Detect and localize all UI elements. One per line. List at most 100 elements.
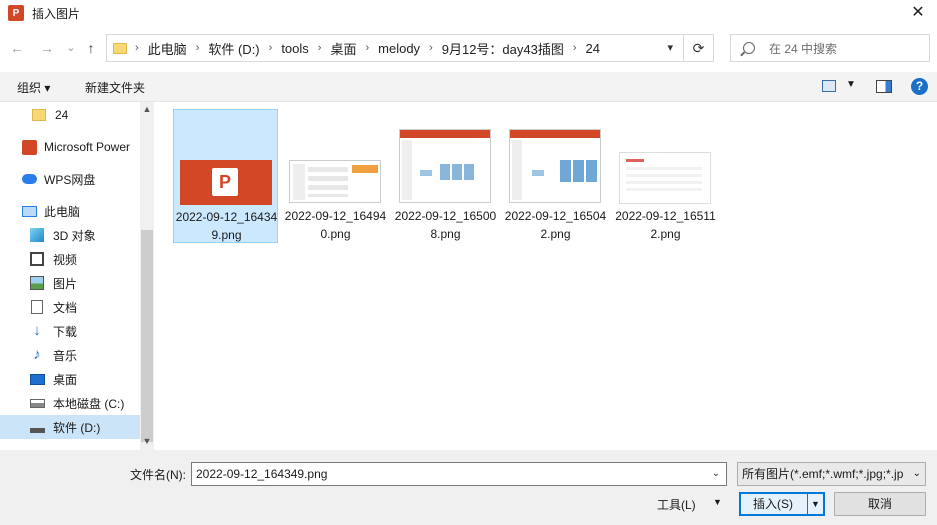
image-thumbnail	[399, 129, 491, 203]
sidebar-item-label: 软件 (D:)	[53, 420, 101, 435]
refresh-button[interactable]: ⟳	[684, 34, 714, 62]
organize-button[interactable]: 组织 ▾	[17, 79, 50, 96]
powerpoint-logo-icon: P	[212, 168, 238, 196]
back-button[interactable]: ←	[8, 38, 26, 58]
crumb-separator[interactable]: ›	[573, 42, 577, 54]
cancel-button[interactable]: 取消	[834, 492, 926, 516]
sidebar-item-desktop[interactable]: 桌面	[0, 367, 140, 391]
file-name: 2022-09-12_165008.png	[394, 209, 497, 241]
sidebar-item-3d-objects[interactable]: 3D 对象	[0, 223, 140, 247]
filename-value: 2022-09-12_164349.png	[196, 467, 328, 481]
title-bar: P 插入图片 ✕	[0, 0, 937, 26]
crumb-separator[interactable]: ›	[318, 42, 322, 54]
address-bar[interactable]: › 此电脑 › 软件 (D:) › tools › 桌面 › melody › 9月12号…	[106, 34, 684, 62]
breadcrumb: 此电脑 › 软件 (D:) › tools › 桌面 › melody › 9月12号：d…	[148, 39, 600, 58]
sidebar-item-pictures[interactable]: 图片	[0, 271, 140, 295]
close-button[interactable]: ✕	[907, 3, 929, 23]
drive-d-icon	[30, 427, 45, 433]
help-icon[interactable]: ?	[911, 78, 928, 95]
search-input[interactable]: 在 24 中搜索	[730, 34, 930, 62]
breadcrumb-item[interactable]: tools	[281, 41, 308, 56]
filetype-dropdown-icon[interactable]: ⌄	[909, 463, 921, 485]
crumb-separator[interactable]: ›	[196, 42, 200, 54]
filename-dropdown-icon[interactable]: ⌄	[712, 463, 720, 485]
insert-button[interactable]: 插入(S) ▼	[739, 492, 825, 516]
music-icon: ♪	[33, 346, 41, 363]
up-button[interactable]: ↑	[82, 38, 100, 58]
cloud-icon	[22, 174, 37, 184]
file-item[interactable]: P 2022-09-12_164349.png	[173, 109, 278, 243]
documents-icon	[31, 300, 43, 314]
sidebar-item-label: 3D 对象	[53, 228, 96, 243]
breadcrumb-item[interactable]: 桌面	[330, 39, 356, 58]
sidebar-item-label: 文档	[53, 300, 78, 315]
forward-button[interactable]: →	[38, 38, 56, 58]
sidebar-item-drive-d[interactable]: 软件 (D:)	[0, 415, 140, 439]
recent-locations-button[interactable]: ⌄	[62, 38, 80, 58]
crumb-separator[interactable]: ›	[365, 42, 369, 54]
image-thumbnail	[619, 152, 711, 204]
scroll-down-icon[interactable]: ▼	[140, 436, 154, 446]
sidebar-item-microsoft-powerpoint[interactable]: Microsoft Power	[0, 135, 140, 159]
view-dropdown-icon[interactable]: ▼	[846, 79, 856, 90]
pictures-icon	[30, 276, 44, 290]
file-name: 2022-09-12_164940.png	[284, 209, 387, 241]
tools-button[interactable]: 工具(L)	[657, 496, 696, 513]
thumb-panel	[293, 164, 305, 200]
file-name: 2022-09-12_164349.png	[175, 210, 278, 242]
scroll-thumb[interactable]	[141, 230, 153, 442]
file-list: P 2022-09-12_164349.png 2022-09-12_16494…	[162, 102, 937, 450]
sidebar-item-this-pc[interactable]: 此电脑	[0, 199, 140, 223]
file-item[interactable]: 2022-09-12_165112.png	[613, 109, 718, 243]
crumb-separator: ›	[135, 42, 139, 54]
crumb-separator[interactable]: ›	[429, 42, 433, 54]
breadcrumb-item[interactable]: 此电脑	[148, 39, 187, 58]
insert-label: 插入(S)	[753, 497, 793, 511]
insert-options-dropdown-icon[interactable]: ▼	[807, 494, 823, 514]
new-folder-button[interactable]: 新建文件夹	[85, 79, 145, 96]
file-name: 2022-09-12_165112.png	[615, 209, 716, 241]
address-dropdown-icon[interactable]: ▾	[667, 41, 673, 54]
crumb-separator[interactable]: ›	[269, 42, 273, 54]
computer-icon	[22, 205, 37, 217]
search-icon	[743, 42, 755, 54]
sidebar-item-wps-cloud[interactable]: WPS网盘	[0, 167, 140, 191]
thumb-title	[626, 159, 644, 162]
breadcrumb-item[interactable]: melody	[378, 41, 420, 56]
video-icon	[30, 252, 44, 266]
thumb-ribbon	[400, 130, 490, 138]
preview-pane-icon[interactable]	[876, 80, 892, 93]
sidebar-item-drive-c[interactable]: 本地磁盘 (C:)	[0, 391, 140, 415]
navigation-bar: ← → ⌄ ↑ › 此电脑 › 软件 (D:) › tools › 桌面 › melod…	[0, 32, 937, 64]
file-item[interactable]: 2022-09-12_164940.png	[283, 109, 388, 243]
thumb-list	[626, 167, 702, 193]
thumb-panel	[512, 140, 522, 200]
sidebar-scrollbar[interactable]: ▲ ▼	[140, 102, 154, 450]
breadcrumb-item[interactable]: 24	[586, 41, 600, 56]
file-item[interactable]: 2022-09-12_165008.png	[393, 109, 498, 243]
sidebar-item-label: 桌面	[53, 372, 78, 387]
breadcrumb-item[interactable]: 软件 (D:)	[208, 39, 259, 58]
sidebar-item-label: 音乐	[53, 348, 78, 363]
filetype-select[interactable]: 所有图片(*.emf;*.wmf;*.jpg;*.jp ⌄	[737, 462, 926, 486]
change-view-icon[interactable]	[822, 80, 836, 92]
filename-label: 文件名(N):	[130, 468, 186, 482]
sidebar-item-24[interactable]: 24	[0, 103, 140, 127]
sidebar-item-videos[interactable]: 视频	[0, 247, 140, 271]
image-thumbnail	[289, 160, 381, 203]
sidebar-item-documents[interactable]: 文档	[0, 295, 140, 319]
thumb-highlight	[352, 165, 378, 173]
file-item[interactable]: 2022-09-12_165042.png	[503, 109, 608, 243]
thumb-box	[532, 170, 544, 176]
powerpoint-icon	[22, 139, 37, 155]
sidebar-item-label: 此电脑	[44, 204, 81, 219]
sidebar-item-music[interactable]: ♪ 音乐	[0, 343, 140, 367]
breadcrumb-item[interactable]: 9月12号：day43插图	[442, 39, 564, 58]
powerpoint-app-icon: P	[8, 5, 24, 21]
tools-dropdown-icon[interactable]: ▼	[713, 497, 722, 507]
folder-icon	[32, 109, 46, 121]
filename-input[interactable]: 2022-09-12_164349.png ⌄	[191, 462, 727, 486]
sidebar-item-downloads[interactable]: ↓ 下载	[0, 319, 140, 343]
cube-icon	[30, 228, 44, 242]
scroll-up-icon[interactable]: ▲	[140, 104, 154, 114]
